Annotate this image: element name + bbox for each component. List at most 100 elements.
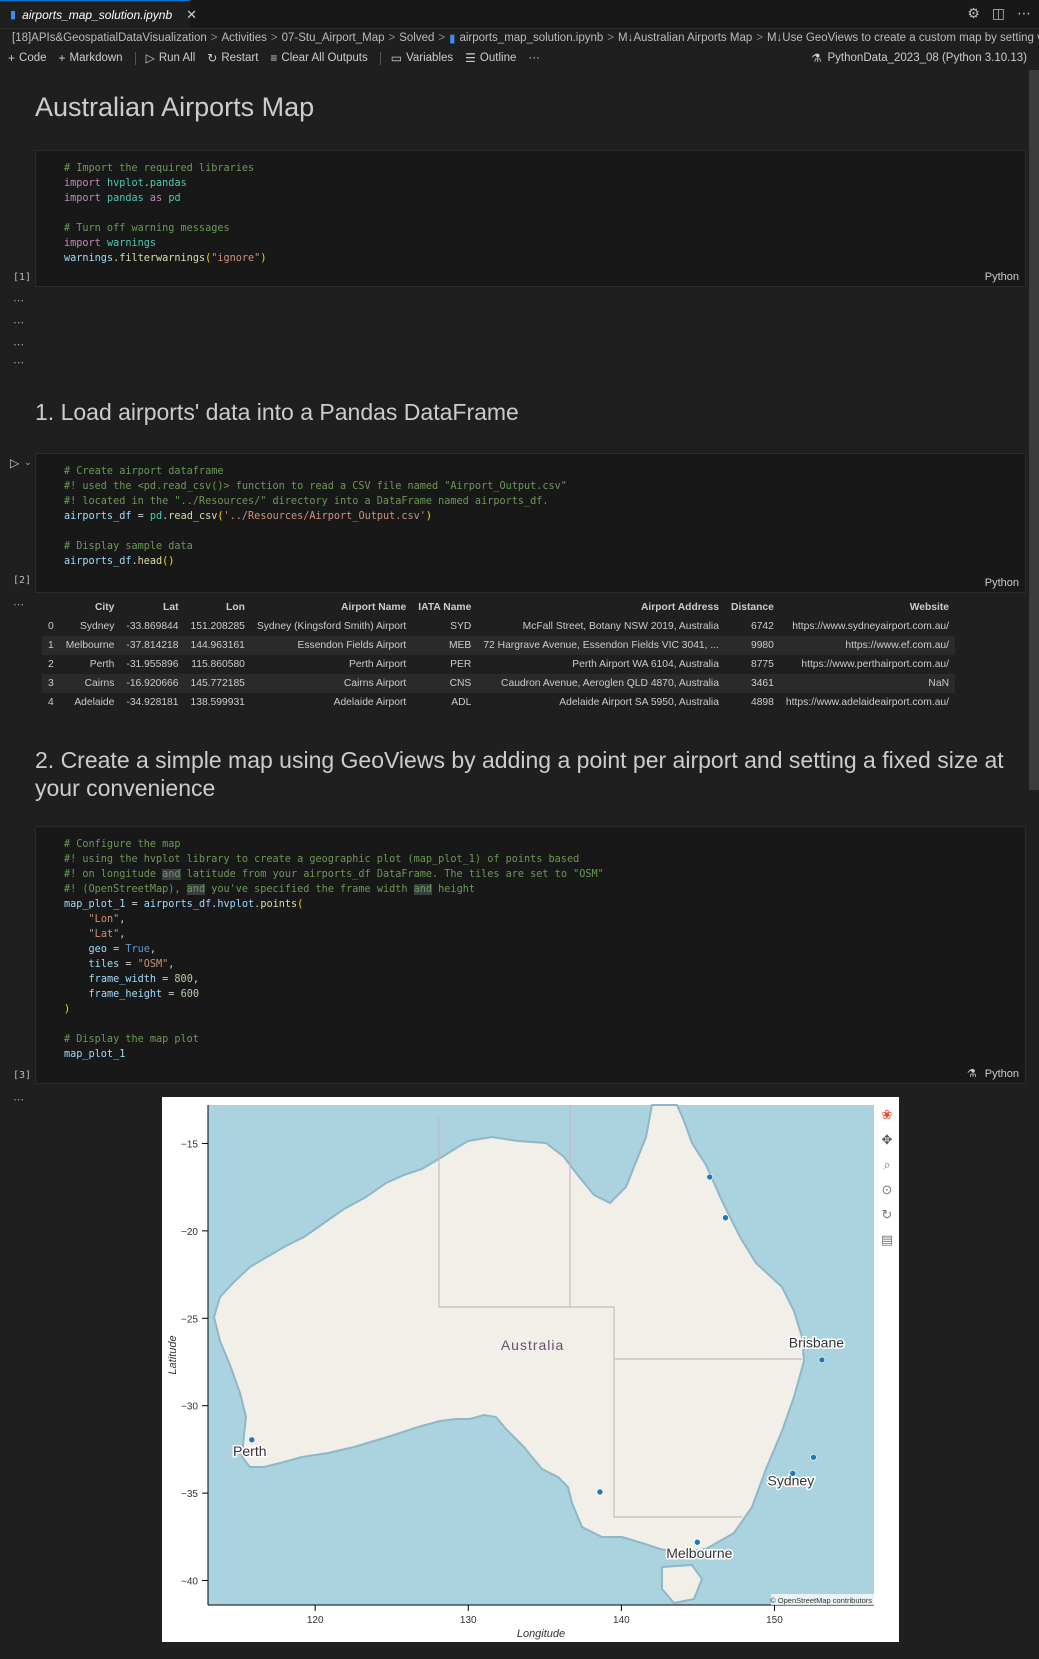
chevron-right-icon: > [756, 32, 763, 44]
run-cell-icon[interactable]: ▷ [10, 456, 19, 470]
chevron-right-icon: > [607, 32, 615, 44]
airport-point [722, 1214, 729, 1222]
y-axis-label: Latitude [167, 1335, 179, 1374]
scrollbar[interactable] [1029, 70, 1039, 790]
bokeh-logo-icon[interactable]: ❀ [882, 1108, 893, 1123]
zoom-box-icon[interactable]: ⌕ [883, 1158, 890, 1173]
output-collapse-icon[interactable]: ⋯ [13, 598, 24, 611]
code-cell[interactable]: # Import the required libraries import h… [35, 150, 1026, 287]
wheel-zoom-icon[interactable]: ⊙ [882, 1183, 893, 1198]
column-header: IATA Name [418, 602, 472, 613]
breadcrumb-item[interactable]: M↓Use GeoViews to create a custom map by… [767, 32, 1039, 44]
restart-label: Restart [221, 52, 259, 64]
table-cell: Cairns Airport [250, 674, 413, 693]
outline-icon: ☰ [465, 51, 476, 65]
y-tick-label: −20 [181, 1227, 198, 1238]
map-label-country: Australia [501, 1337, 564, 1353]
cell-language-label[interactable]: ⚗ Python [967, 1067, 1019, 1080]
table-cell: Sydney [80, 621, 115, 632]
output-collapse-icon[interactable]: ⋯ [13, 1093, 24, 1106]
output-collapse-icon[interactable]: ⋯ [13, 356, 24, 369]
y-tick-label: −15 [181, 1139, 198, 1150]
table-header-row: City Lat Lon Airport Name IATA Name Airp… [42, 598, 955, 617]
more-actions-icon[interactable]: ⋯ [1017, 5, 1031, 22]
play-icon: ▷ [145, 51, 155, 65]
output-collapse-icon[interactable]: ⋯ [13, 316, 24, 329]
airport-point [810, 1453, 817, 1461]
map-plot-output[interactable]: 120 130 140 150 −15 −20 −25 −30 −35 −40 Longitude L… [162, 1097, 899, 1642]
code-cell[interactable]: # Configure the map #! using the hvplot … [35, 826, 1026, 1084]
chevron-down-icon[interactable]: ⌄ [24, 457, 32, 468]
hover-icon[interactable]: ▤ [881, 1233, 893, 1248]
airport-point [789, 1470, 797, 1477]
add-markdown-button[interactable]: + Markdown [59, 51, 123, 65]
code-editor[interactable]: # Configure the map #! using the hvplot … [36, 827, 1025, 1062]
add-code-label: Code [19, 52, 47, 64]
breadcrumb: [18]APIs&GeospatialDataVisualization > Ac… [0, 28, 1039, 48]
table-cell: 3 [42, 674, 60, 693]
breadcrumb-item[interactable]: 07-Stu_Airport_Map [282, 32, 385, 44]
gear-icon[interactable]: ⚙ [967, 5, 980, 22]
page-title: Australian Airports Map [35, 92, 315, 122]
map-plot[interactable]: 120 130 140 150 −15 −20 −25 −30 −35 −40 Longitude L… [162, 1097, 899, 1642]
breadcrumb-item[interactable]: Solved [399, 32, 434, 44]
breadcrumb-item[interactable]: Activities [221, 32, 266, 44]
editor-tab[interactable]: ▮ airports_map_solution.ipynb ✕ [0, 0, 197, 28]
outline-label: Outline [479, 52, 517, 64]
column-header: Airport Name [341, 602, 407, 613]
tab-filename: airports_map_solution.ipynb [22, 7, 173, 22]
output-collapse-icon[interactable]: ⋯ [13, 338, 24, 351]
variables-button[interactable]: ▭ Variables [391, 51, 453, 65]
clear-outputs-label: Clear All Outputs [281, 52, 368, 64]
reset-icon[interactable]: ↻ [882, 1208, 893, 1223]
table-cell: 3461 [724, 674, 780, 693]
cell-language-label[interactable]: Python [985, 577, 1019, 589]
x-tick-label: 150 [766, 1615, 783, 1626]
table-row: 0 Sydney -33.869844 151.208285 Sydney (Kings… [42, 617, 955, 636]
table-cell: -33.869844 [126, 621, 179, 632]
y-tick-label: −35 [181, 1489, 198, 1500]
breadcrumb-item[interactable]: [18]APIs&GeospatialDataVisualization [12, 32, 207, 44]
chevron-right-icon: > [210, 32, 218, 44]
split-editor-icon[interactable]: ◫ [992, 5, 1005, 22]
clear-outputs-button[interactable]: ≡ Clear All Outputs [270, 51, 367, 65]
code-editor[interactable]: # Import the required libraries import h… [36, 151, 1025, 266]
breadcrumb-item[interactable]: airports_map_solution.ipynb [459, 32, 603, 44]
table-row: 2 Perth -31.955896 115.860580 Perth Airport P… [42, 655, 955, 674]
table-cell: 4898 [750, 697, 774, 708]
close-icon[interactable]: ✕ [186, 7, 197, 23]
cell-language-label[interactable]: Python [985, 271, 1019, 283]
map-label-city: Melbourne [666, 1545, 732, 1561]
column-header [42, 598, 60, 617]
code-cell[interactable]: # Create airport dataframe #! used the <… [35, 453, 1026, 593]
table-cell: -37.814218 [120, 636, 185, 655]
restart-button[interactable]: ↻ Restart [207, 51, 258, 65]
chevron-right-icon: > [388, 32, 396, 44]
more-button[interactable]: ··· [528, 52, 540, 64]
breadcrumb-item[interactable]: M↓Australian Airports Map [618, 32, 752, 44]
pan-icon[interactable]: ✥ [882, 1133, 893, 1148]
table-cell: PER [450, 659, 472, 670]
dataframe-output: City Lat Lon Airport Name IATA Name Airp… [42, 598, 956, 712]
execution-count: [2] [13, 575, 32, 586]
output-collapse-icon[interactable]: ⋯ [13, 294, 24, 307]
add-code-button[interactable]: + Code [8, 51, 47, 65]
notebook-file-icon: ▮ [10, 9, 17, 21]
table-row: 1 Melbourne -37.814218 144.963161 Essendon F… [42, 636, 956, 655]
kernel-picker[interactable]: ⚗ PythonData_2023_08 (Python 3.10.13) [811, 48, 1027, 68]
table-cell: Caudron Avenue, Aeroglen QLD 4870, Austr… [477, 674, 725, 693]
table-cell: 1 [42, 636, 60, 655]
table-cell: Perth Airport WA 6104, Australia [572, 659, 719, 670]
run-all-button[interactable]: ▷ Run All [146, 51, 196, 65]
table-cell: Essendon Fields Airport [250, 636, 413, 655]
add-markdown-label: Markdown [69, 52, 123, 64]
airport-point [596, 1488, 604, 1496]
variables-label: Variables [406, 52, 454, 64]
code-editor[interactable]: # Create airport dataframe #! used the <… [36, 454, 1025, 569]
outline-button[interactable]: ☰ Outline [465, 51, 516, 65]
table-cell: 115.860580 [191, 659, 245, 670]
table-cell: SYD [450, 621, 472, 632]
table-cell: Perth [89, 659, 115, 670]
airport-point [248, 1436, 256, 1444]
table-cell: https://www.sydneyairport.com.au/ [792, 621, 950, 632]
